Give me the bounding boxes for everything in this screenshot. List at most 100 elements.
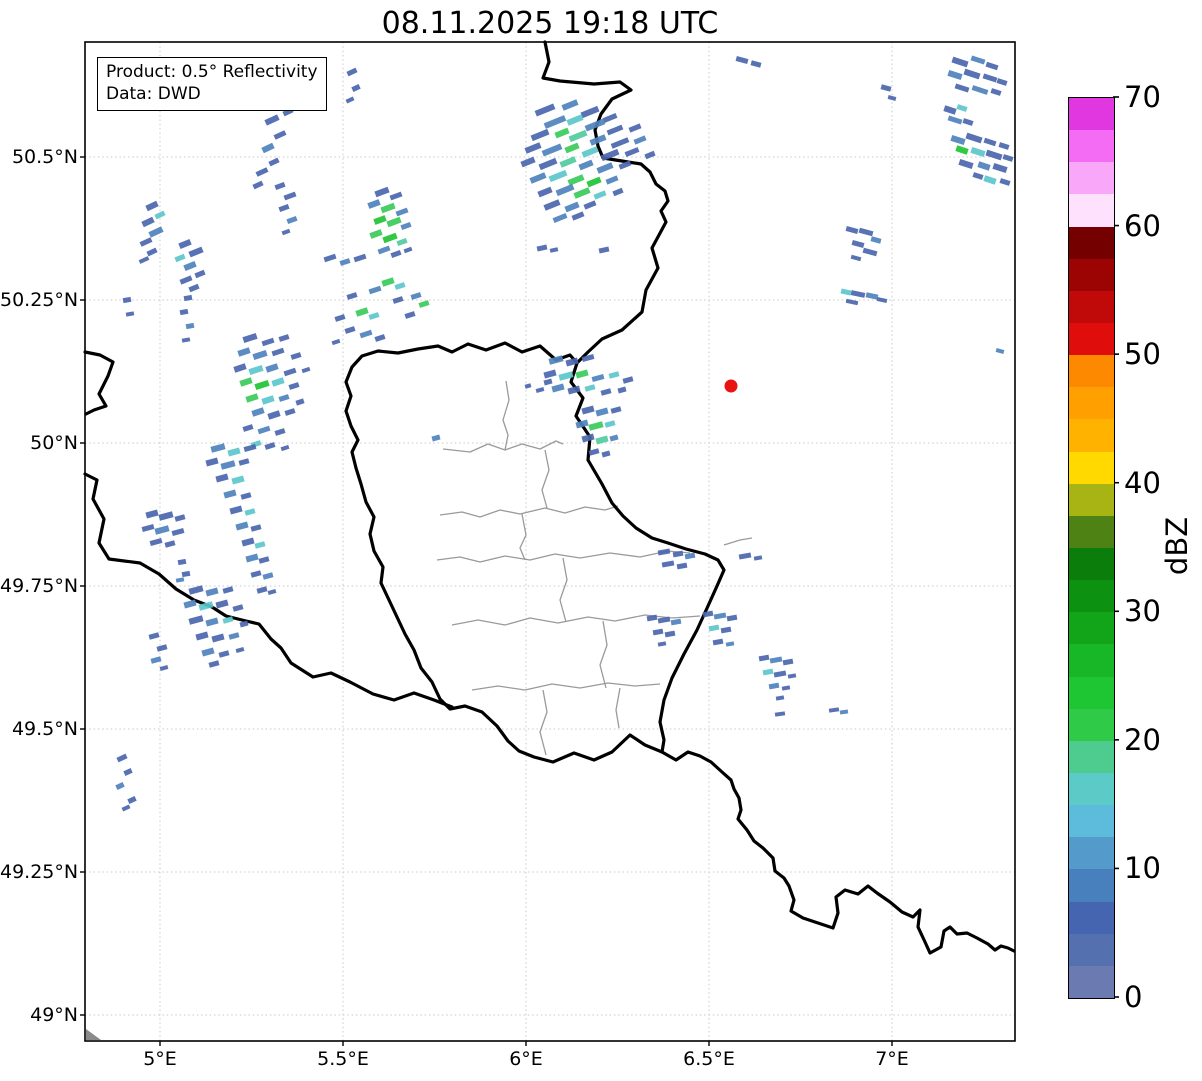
radar-echo-dash [999,178,1011,186]
radar-echo-dash [596,162,614,174]
radar-echo-dash [183,260,197,272]
radar-echo-dash [622,376,634,384]
radar-echo-dash [188,283,200,293]
radar-echo-dash [880,84,892,92]
radar-echo-dash [261,395,275,405]
radar-echo-dash [586,176,602,188]
radar-echo-dash [215,473,229,483]
radar-echo-dash [606,124,624,136]
radar-echo-dash [271,377,285,387]
radar-echo-dash [220,460,236,470]
radar-echo-dash [284,408,296,416]
colorbar-segment [1069,355,1114,388]
radar-echo-dash [386,216,402,228]
radar-echo-dash [633,135,647,145]
radar-echo-dash [228,632,240,640]
radar-echo-dash [158,511,174,521]
colorbar [1068,97,1115,999]
radar-echo-dash [602,113,618,123]
colorbar-tick-label: 50 [1124,337,1161,372]
radar-echo-dash [726,614,738,622]
colorbar-segment [1069,933,1114,966]
radar-echo-dash [750,60,762,68]
lon-tick-label: 5°E [143,1048,177,1070]
radar-echo-dash [223,489,237,499]
radar-echo-dash [116,753,128,763]
radar-echo-dash [610,137,630,149]
radar-echo-dash [252,349,268,361]
radar-echo-dash [255,167,269,177]
colorbar-tick-label: 60 [1124,208,1161,243]
radar-echo-dash [355,307,369,317]
radar-echo-dash [179,308,189,316]
radar-echo-dash [218,650,230,658]
colorbar-segment [1069,483,1114,516]
colorbar-segment [1069,740,1114,774]
radar-echo-dash [947,115,963,125]
radar-echo-dash [996,78,1008,86]
radar-echo-dash [237,347,251,357]
radar-echo-dash [850,290,866,298]
radar-echo-dash [828,707,840,713]
radar-echo-dash [278,203,290,213]
radar-echo-dash [231,475,245,485]
radar-echo-dash [290,352,302,360]
radar-echo-dash [604,420,616,428]
radar-echo-dash [1002,154,1014,162]
radar-echo-dash [858,227,874,237]
radar-echo-dash [235,521,249,531]
radar-echo-dash [970,55,986,65]
radar-echo-dash [584,384,596,392]
radar-echo-dash [374,334,386,342]
radar-echo-dash [628,123,642,133]
radar-echo-dash [125,311,135,317]
radar-echo-dash [995,348,1005,354]
colorbar-segment [1069,258,1114,291]
radar-echo-dash [990,88,1002,96]
radar-echo-dash [720,626,732,634]
radar-echo-dash [122,296,132,304]
radar-echo-dash [377,245,391,255]
radar-echo-dash [554,127,570,139]
radar-map [80,40,1119,1046]
radar-echo-dash [676,562,688,570]
radar-echo-dash [267,410,281,420]
radar-echo-dash [177,558,187,566]
radar-echo-dash [684,552,696,560]
radar-echo-dash [280,444,290,452]
radar-echo-dash [758,654,770,662]
radar-echo-dash [598,246,610,254]
colorbar-segment [1069,901,1114,934]
radar-echo-dash [713,612,727,620]
radar-echo-dash [345,96,355,104]
radar-echo-dash [301,366,311,374]
colorbar-segment [1069,130,1114,163]
radar-echo-dash [271,347,285,357]
radar-echo-dash [396,237,408,247]
radar-echo-dash [245,393,259,403]
radar-echo-dash [543,378,553,386]
colorbar-segment [1069,226,1114,259]
radar-echo-dash [394,282,406,290]
radar-echo-dash [524,383,532,389]
radar-echo-dash [530,128,550,142]
admin-border [439,505,619,518]
radar-echo-dash [608,371,620,379]
radar-echo-dash [227,447,241,457]
radar-echo-dash [138,256,150,264]
radar-echo-dash [373,215,387,225]
radar-echo-dash [774,711,786,717]
radar-echo-dash [954,83,970,93]
radar-echo-dash [851,240,865,248]
radar-echo-dash [644,150,656,160]
radar-echo-dash [159,665,169,671]
radar-echo-dash [998,142,1010,150]
radar-echo-dash [141,524,155,532]
radar-echo-dash [181,570,191,578]
radar-echo-dash [286,215,298,225]
radar-echo-dash [410,292,422,300]
radar-echo-dash [395,207,409,217]
radar-echo-dash [753,555,763,561]
radar-echo-dash [188,585,204,595]
radar-echo-dash [609,434,619,442]
